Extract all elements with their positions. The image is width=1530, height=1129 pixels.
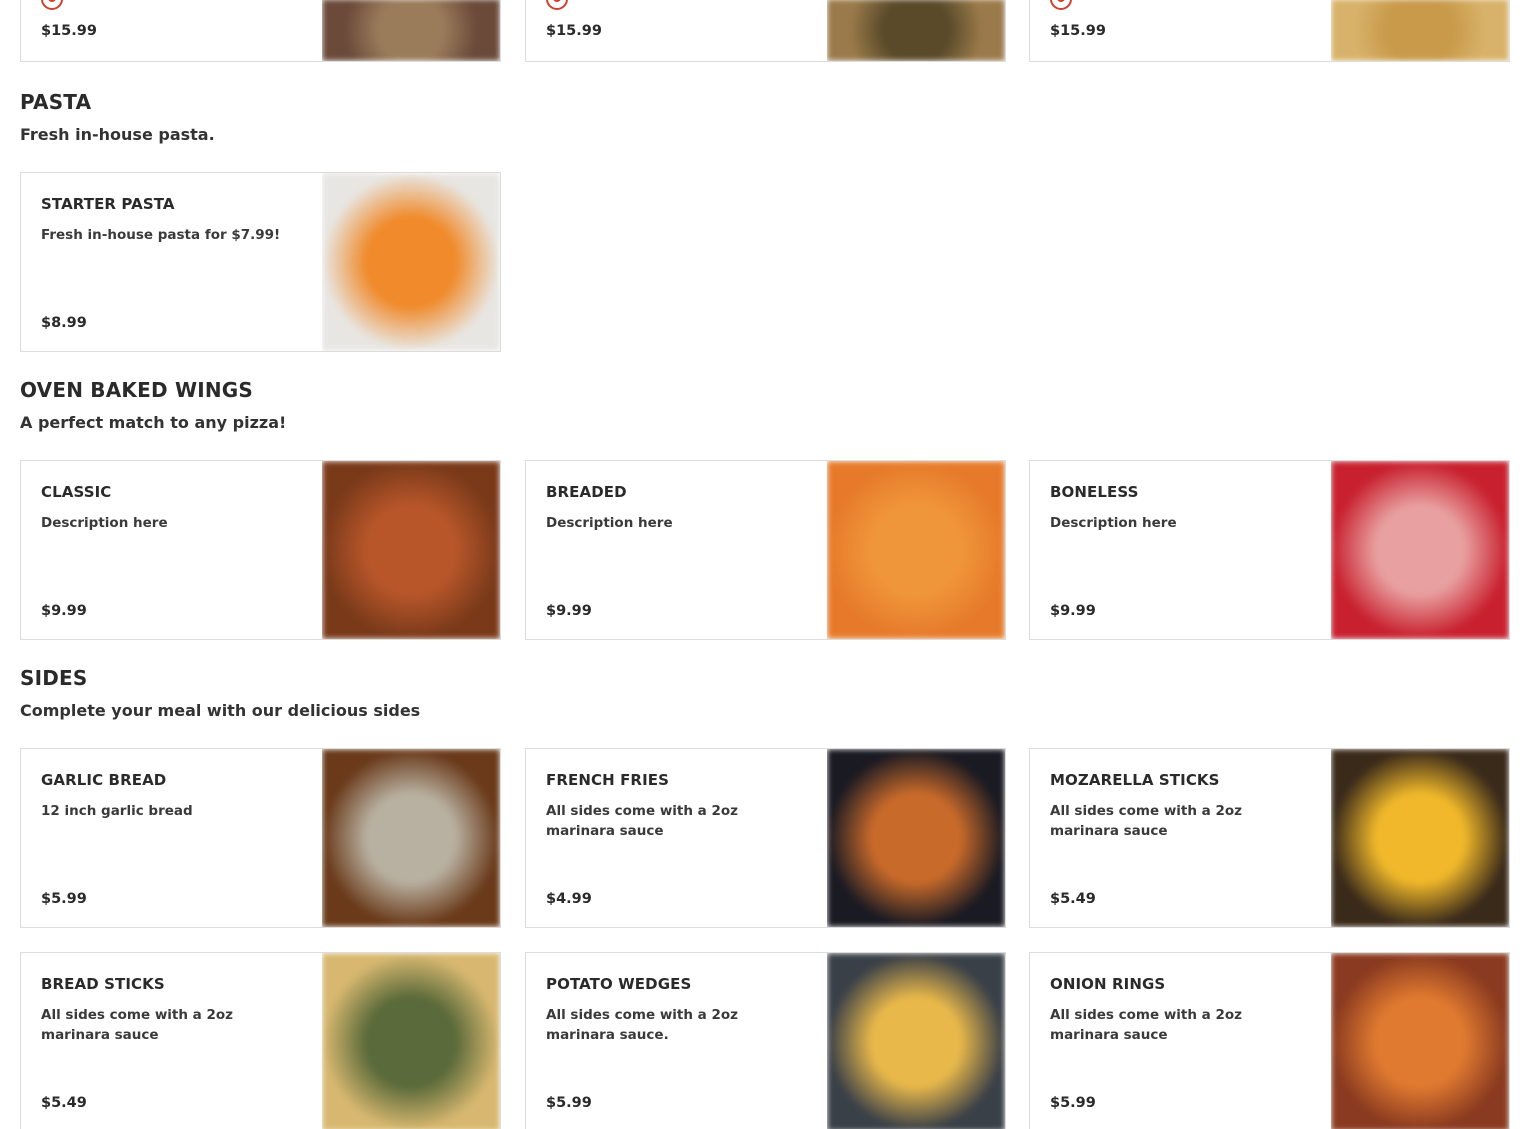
item-name: CLASSIC — [41, 483, 112, 501]
section-title-wings: OVEN BAKED WINGS — [20, 378, 254, 402]
item-photo — [827, 461, 1005, 639]
item-description: All sides come with a 2oz marinara sauce… — [546, 1007, 739, 1043]
item-description: Description here — [41, 515, 168, 531]
menu-item-card[interactable]: FRENCH FRIES All sides come with a 2oz m… — [525, 748, 1006, 928]
item-name: BREAD STICKS — [41, 975, 165, 993]
item-description: All sides come with a 2oz marinara sauce — [546, 803, 739, 839]
item-photo — [827, 749, 1005, 927]
spicy-icon — [1050, 0, 1072, 10]
item-price: $5.49 — [41, 1095, 87, 1111]
item-photo — [1331, 953, 1509, 1129]
menu-item-card[interactable]: CLASSIC Description here $9.99 — [20, 460, 501, 640]
item-name: BONELESS — [1050, 483, 1139, 501]
item-photo — [827, 0, 1005, 61]
item-name: FRENCH FRIES — [546, 771, 670, 789]
item-photo — [322, 0, 500, 61]
item-price: $9.99 — [1050, 603, 1096, 619]
menu-item-card[interactable]: STARTER PASTA Fresh in-house pasta for $… — [20, 172, 501, 352]
section-subtitle-pasta: Fresh in-house pasta. — [20, 125, 215, 144]
item-description: Description here — [1050, 515, 1177, 531]
menu-item-card[interactable]: $15.99 — [1029, 0, 1510, 62]
item-photo — [322, 173, 500, 351]
section-title-sides: SIDES — [20, 666, 88, 690]
item-price: $15.99 — [546, 23, 602, 39]
spicy-icon — [41, 0, 63, 10]
menu-item-card[interactable]: MOZARELLA STICKS All sides come with a 2… — [1029, 748, 1510, 928]
menu-item-card[interactable]: GARLIC BREAD 12 inch garlic bread $5.99 — [20, 748, 501, 928]
item-price: $4.99 — [546, 891, 592, 907]
item-name: BREADED — [546, 483, 627, 501]
menu-item-card[interactable]: $15.99 — [20, 0, 501, 62]
menu-item-card[interactable]: BONELESS Description here $9.99 — [1029, 460, 1510, 640]
item-description: 12 inch garlic bread — [41, 803, 193, 819]
spicy-icon — [546, 0, 568, 10]
item-photo — [1331, 461, 1509, 639]
item-name: POTATO WEDGES — [546, 975, 692, 993]
item-price: $9.99 — [41, 603, 87, 619]
item-description: Description here — [546, 515, 673, 531]
item-price: $5.99 — [41, 891, 87, 907]
item-photo — [322, 749, 500, 927]
item-price: $5.99 — [1050, 1095, 1096, 1111]
item-name: ONION RINGS — [1050, 975, 1166, 993]
item-photo — [322, 461, 500, 639]
menu-item-card[interactable]: POTATO WEDGES All sides come with a 2oz … — [525, 952, 1006, 1129]
item-price: $5.49 — [1050, 891, 1096, 907]
item-photo — [322, 953, 500, 1129]
item-photo — [827, 953, 1005, 1129]
item-price: $15.99 — [41, 23, 97, 39]
item-price: $15.99 — [1050, 23, 1106, 39]
item-description: All sides come with a 2oz marinara sauce — [1050, 803, 1243, 839]
item-photo — [1331, 749, 1509, 927]
section-subtitle-wings: A perfect match to any pizza! — [20, 413, 287, 432]
menu-item-card[interactable]: ONION RINGS All sides come with a 2oz ma… — [1029, 952, 1510, 1129]
item-description: All sides come with a 2oz marinara sauce — [1050, 1007, 1243, 1043]
menu-item-card[interactable]: $15.99 — [525, 0, 1006, 62]
item-price: $5.99 — [546, 1095, 592, 1111]
menu-item-card[interactable]: BREADED Description here $9.99 — [525, 460, 1006, 640]
menu-item-card[interactable]: BREAD STICKS All sides come with a 2oz m… — [20, 952, 501, 1129]
item-name: STARTER PASTA — [41, 195, 175, 213]
item-name: MOZARELLA STICKS — [1050, 771, 1220, 789]
menu-page: $15.99 $15.99 $15.99 PASTA Fresh in-hous… — [0, 0, 1530, 1129]
section-title-pasta: PASTA — [20, 90, 92, 114]
item-name: GARLIC BREAD — [41, 771, 167, 789]
item-photo — [1331, 0, 1509, 61]
section-subtitle-sides: Complete your meal with our delicious si… — [20, 701, 421, 720]
item-price: $8.99 — [41, 315, 87, 331]
item-description: Fresh in-house pasta for $7.99! — [41, 227, 281, 243]
item-price: $9.99 — [546, 603, 592, 619]
item-description: All sides come with a 2oz marinara sauce — [41, 1007, 234, 1043]
